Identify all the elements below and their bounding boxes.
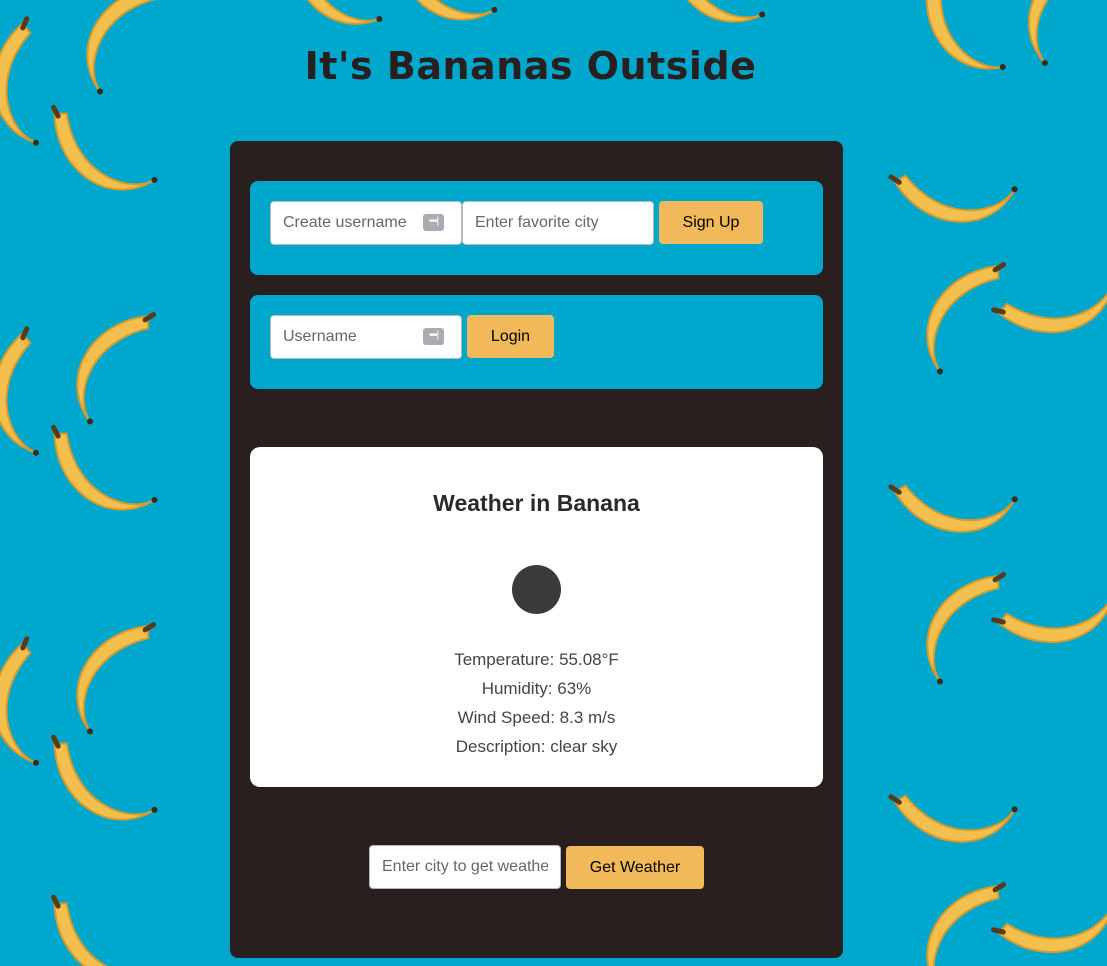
banana-decoration (0, 329, 84, 464)
banana-decoration (891, 447, 1023, 552)
login-button[interactable]: Login (467, 315, 554, 358)
page-title: It's Bananas Outside (304, 44, 757, 88)
weather-title: Weather in Banana (433, 490, 640, 516)
banana-decoration (41, 897, 166, 966)
sign-up-button[interactable]: Sign Up (659, 201, 763, 244)
banana-decoration (891, 137, 1023, 242)
banana-decoration (74, 618, 154, 739)
main-panel: •••| Sign Up •••| Login Weather in Banan… (230, 141, 843, 958)
weather-card: Weather in Banana Temperature: 55.08°F H… (250, 447, 823, 787)
signup-form: •••| Sign Up (250, 181, 823, 275)
password-manager-key-icon[interactable]: •••| (423, 214, 444, 231)
humidity-text: Humidity: 63% (481, 679, 592, 698)
login-form: •••| Login (250, 295, 823, 389)
city-search-input[interactable] (369, 845, 561, 889)
banana-decoration (41, 107, 166, 196)
banana-decoration (0, 639, 84, 774)
banana-decoration (924, 258, 1004, 379)
banana-decoration (994, 236, 1107, 364)
banana-decoration (41, 737, 166, 826)
banana-decoration (994, 546, 1107, 674)
banana-decoration (891, 757, 1023, 862)
description-text: Description: clear sky (455, 737, 618, 756)
temperature-text: Temperature: 55.08°F (454, 650, 619, 669)
favorite-city-input[interactable] (462, 201, 654, 245)
get-weather-button[interactable]: Get Weather (566, 846, 704, 889)
weather-condition-icon (512, 565, 561, 614)
banana-decoration (41, 427, 166, 516)
banana-decoration (74, 308, 154, 429)
banana-decoration (994, 856, 1107, 966)
wind-speed-text: Wind Speed: 8.3 m/s (457, 708, 616, 727)
banana-decoration (924, 878, 1004, 966)
banana-decoration (924, 568, 1004, 689)
banana-decoration (381, 0, 506, 26)
password-manager-key-icon[interactable]: •••| (423, 328, 444, 345)
